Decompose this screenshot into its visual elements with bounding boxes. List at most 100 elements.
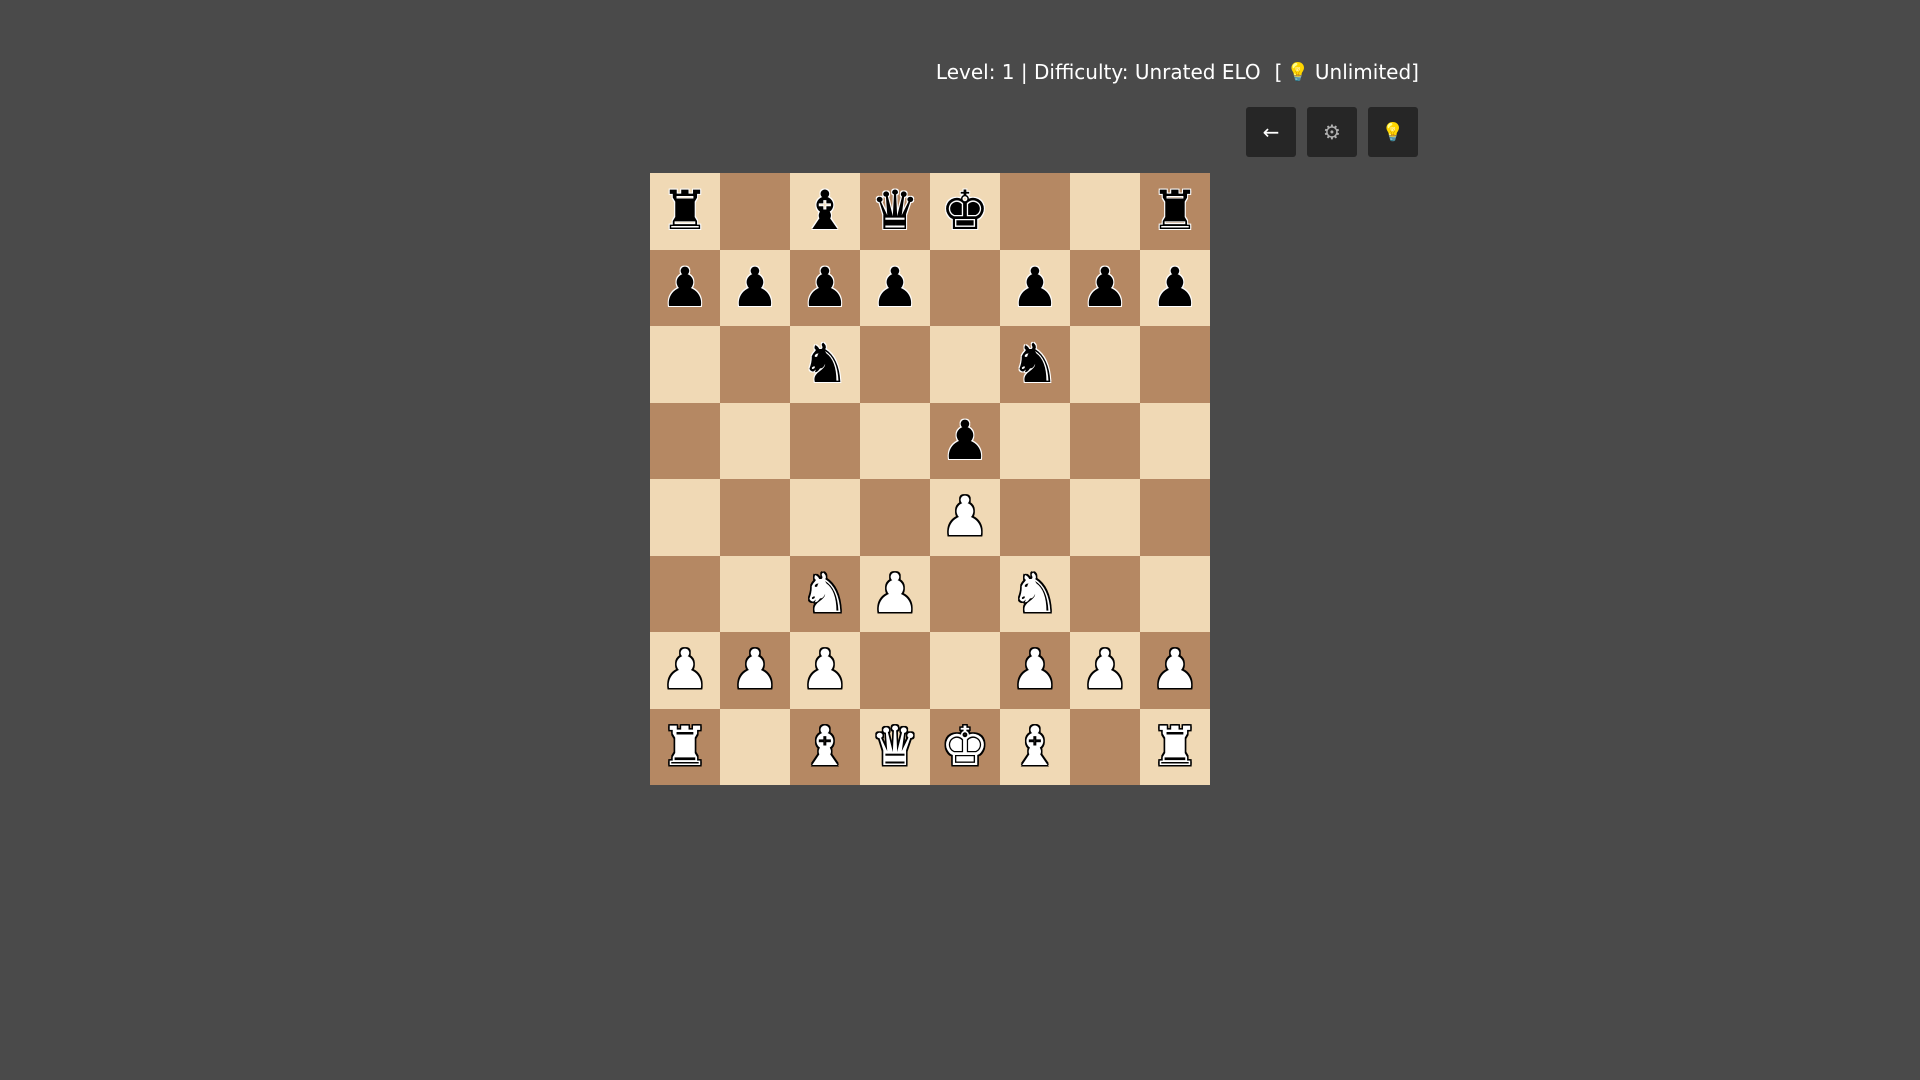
black-rook-icon[interactable]: ♜ [1151,184,1199,238]
square-c6[interactable]: ♞ [790,326,860,403]
square-b7[interactable]: ♟ [720,249,790,326]
white-queen-icon[interactable]: ♛ [871,719,919,774]
square-h7[interactable]: ♟ [1140,249,1210,326]
square-g6[interactable] [1070,326,1140,403]
square-g5[interactable] [1070,402,1140,479]
square-b8[interactable] [720,173,790,250]
square-d3[interactable]: ♟ [860,555,930,632]
square-c2[interactable]: ♟ [790,632,860,709]
square-d8[interactable]: ♛ [860,173,930,250]
square-f2[interactable]: ♟ [1000,632,1070,709]
white-pawn-icon[interactable]: ♟ [1081,643,1129,697]
square-b2[interactable]: ♟ [720,632,790,709]
square-c3[interactable]: ♞ [790,555,860,632]
black-pawn-icon[interactable]: ♟ [801,260,849,315]
square-g1[interactable] [1070,708,1140,785]
black-queen-icon[interactable]: ♛ [871,184,919,238]
square-b3[interactable] [720,555,790,632]
black-pawn-icon[interactable]: ♟ [661,260,709,315]
square-h2[interactable]: ♟ [1140,632,1210,709]
square-h4[interactable] [1140,479,1210,556]
square-g2[interactable]: ♟ [1070,632,1140,709]
back-button[interactable]: ← [1246,107,1296,157]
white-pawn-icon[interactable]: ♟ [1011,643,1059,697]
white-pawn-icon[interactable]: ♟ [731,643,779,697]
square-c7[interactable]: ♟ [790,249,860,326]
square-e4[interactable]: ♟ [930,479,1000,556]
square-a7[interactable]: ♟ [650,249,720,326]
square-g4[interactable] [1070,479,1140,556]
square-e1[interactable]: ♚ [930,708,1000,785]
white-knight-icon[interactable]: ♞ [801,566,849,621]
square-d7[interactable]: ♟ [860,249,930,326]
white-rook-icon[interactable]: ♜ [1151,719,1199,774]
square-c8[interactable]: ♝ [790,173,860,250]
square-f8[interactable] [1000,173,1070,250]
square-g3[interactable] [1070,555,1140,632]
black-pawn-icon[interactable]: ♟ [941,413,989,468]
square-d4[interactable] [860,479,930,556]
square-b5[interactable] [720,402,790,479]
square-a2[interactable]: ♟ [650,632,720,709]
white-knight-icon[interactable]: ♞ [1011,566,1059,621]
square-b1[interactable] [720,708,790,785]
square-a1[interactable]: ♜ [650,708,720,785]
square-a8[interactable]: ♜ [650,173,720,250]
square-h8[interactable]: ♜ [1140,173,1210,250]
square-g7[interactable]: ♟ [1070,249,1140,326]
black-bishop-icon[interactable]: ♝ [801,184,849,238]
square-d2[interactable] [860,632,930,709]
white-pawn-icon[interactable]: ♟ [1151,643,1199,697]
black-rook-icon[interactable]: ♜ [661,184,709,238]
square-e7[interactable] [930,249,1000,326]
white-pawn-icon[interactable]: ♟ [661,643,709,697]
black-knight-icon[interactable]: ♞ [801,337,849,391]
square-e2[interactable] [930,632,1000,709]
black-pawn-icon[interactable]: ♟ [1081,260,1129,315]
black-pawn-icon[interactable]: ♟ [871,260,919,315]
square-f3[interactable]: ♞ [1000,555,1070,632]
square-b4[interactable] [720,479,790,556]
level-difficulty-text: Level: 1 | Difficulty: Unrated ELO [935,60,1261,84]
black-king-icon[interactable]: ♚ [941,184,989,238]
black-knight-icon[interactable]: ♞ [1011,337,1059,391]
black-pawn-icon[interactable]: ♟ [1011,260,1059,315]
square-c4[interactable] [790,479,860,556]
white-pawn-icon[interactable]: ♟ [801,643,849,697]
white-pawn-icon[interactable]: ♟ [941,490,989,544]
square-c5[interactable] [790,402,860,479]
settings-button[interactable]: ⚙ [1307,107,1357,157]
black-pawn-icon[interactable]: ♟ [731,260,779,315]
white-bishop-icon[interactable]: ♝ [801,719,849,774]
square-e8[interactable]: ♚ [930,173,1000,250]
hint-button[interactable]: 💡 [1368,107,1418,157]
black-pawn-icon[interactable]: ♟ [1151,260,1199,315]
square-f7[interactable]: ♟ [1000,249,1070,326]
square-f5[interactable] [1000,402,1070,479]
square-e3[interactable] [930,555,1000,632]
square-e6[interactable] [930,326,1000,403]
white-pawn-icon[interactable]: ♟ [871,566,919,621]
square-d6[interactable] [860,326,930,403]
lightbulb-icon: 💡 [1381,121,1405,143]
square-f1[interactable]: ♝ [1000,708,1070,785]
square-d1[interactable]: ♛ [860,708,930,785]
square-c1[interactable]: ♝ [790,708,860,785]
square-e5[interactable]: ♟ [930,402,1000,479]
square-h5[interactable] [1140,402,1210,479]
square-f6[interactable]: ♞ [1000,326,1070,403]
square-d5[interactable] [860,402,930,479]
square-b6[interactable] [720,326,790,403]
square-h1[interactable]: ♜ [1140,708,1210,785]
square-a6[interactable] [650,326,720,403]
white-bishop-icon[interactable]: ♝ [1011,719,1059,774]
square-a4[interactable] [650,479,720,556]
square-f4[interactable] [1000,479,1070,556]
square-h3[interactable] [1140,555,1210,632]
square-a5[interactable] [650,402,720,479]
white-king-icon[interactable]: ♚ [941,719,989,774]
square-a3[interactable] [650,555,720,632]
square-g8[interactable] [1070,173,1140,250]
square-h6[interactable] [1140,326,1210,403]
white-rook-icon[interactable]: ♜ [661,719,709,774]
